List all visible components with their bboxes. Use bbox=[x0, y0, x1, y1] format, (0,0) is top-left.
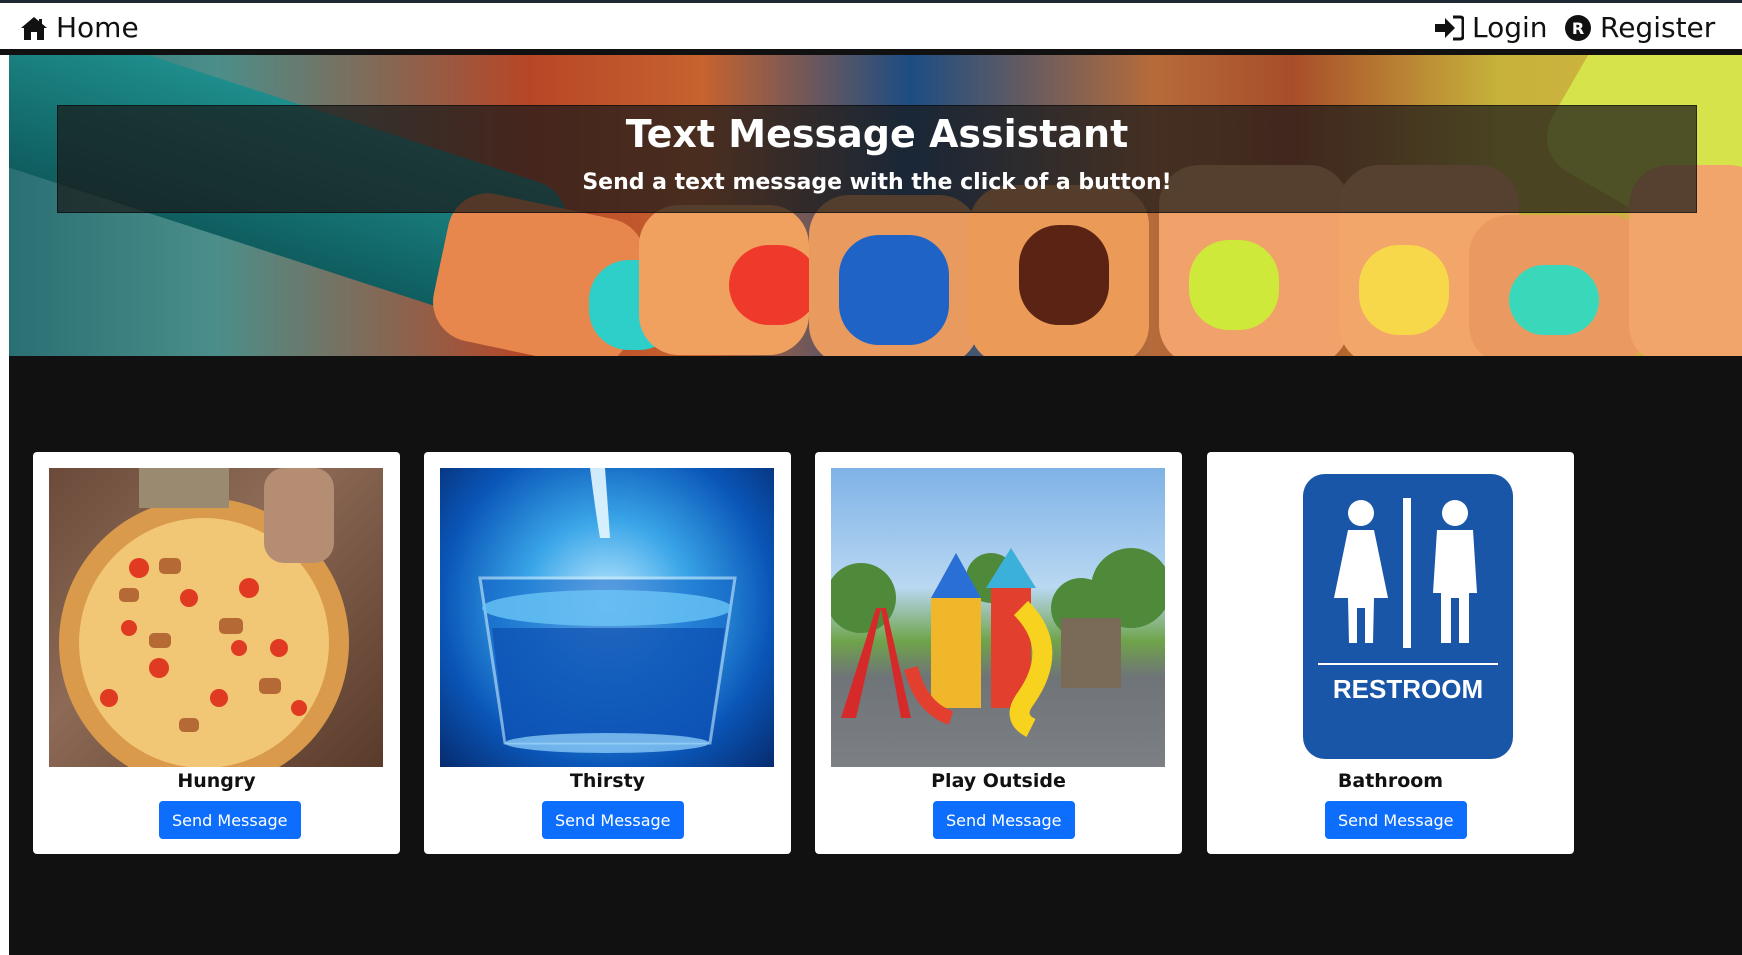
card-label: Bathroom bbox=[1337, 770, 1444, 792]
send-message-button-hungry[interactable]: Send Message bbox=[159, 801, 301, 839]
card-label: Play Outside bbox=[931, 770, 1066, 792]
page-title: Text Message Assistant bbox=[625, 112, 1129, 156]
card-label: Hungry bbox=[177, 770, 256, 792]
send-message-button-bathroom[interactable]: Send Message bbox=[1325, 801, 1467, 839]
home-label: Home bbox=[56, 11, 139, 44]
message-card-thirsty: Thirsty Send Message bbox=[424, 452, 791, 854]
page-left-border bbox=[0, 55, 9, 955]
page-subtitle: Send a text message with the click of a … bbox=[582, 169, 1172, 195]
login-link[interactable]: Login bbox=[1434, 11, 1548, 44]
register-link[interactable]: R Register bbox=[1564, 11, 1715, 44]
hero-banner: Text Message Assistant Send a text messa… bbox=[9, 55, 1742, 356]
svg-text:R: R bbox=[1572, 19, 1584, 38]
card-area: Hungry Send Message Thirsty Send Message bbox=[9, 356, 1742, 955]
login-label: Login bbox=[1472, 11, 1548, 44]
login-icon bbox=[1434, 15, 1464, 41]
navbar: Home Login R Register bbox=[0, 3, 1742, 55]
restroom-sign-image: RESTROOM bbox=[1223, 468, 1557, 767]
playground-image bbox=[831, 468, 1165, 767]
send-message-button-thirsty[interactable]: Send Message bbox=[542, 801, 684, 839]
home-icon bbox=[20, 15, 48, 41]
home-link[interactable]: Home bbox=[20, 11, 139, 44]
registered-icon: R bbox=[1564, 14, 1592, 42]
message-card-bathroom: RESTROOM Bathroom Send Message bbox=[1207, 452, 1574, 854]
message-card-hungry: Hungry Send Message bbox=[33, 452, 400, 854]
hero-overlay: Text Message Assistant Send a text messa… bbox=[57, 105, 1697, 213]
send-message-button-play-outside[interactable]: Send Message bbox=[933, 801, 1075, 839]
pizza-image bbox=[49, 468, 383, 767]
message-card-play-outside: Play Outside Send Message bbox=[815, 452, 1182, 854]
water-glass-image bbox=[440, 468, 774, 767]
register-label: Register bbox=[1600, 11, 1716, 44]
restroom-sign-text: RESTROOM bbox=[1333, 674, 1483, 704]
card-label: Thirsty bbox=[569, 770, 646, 792]
